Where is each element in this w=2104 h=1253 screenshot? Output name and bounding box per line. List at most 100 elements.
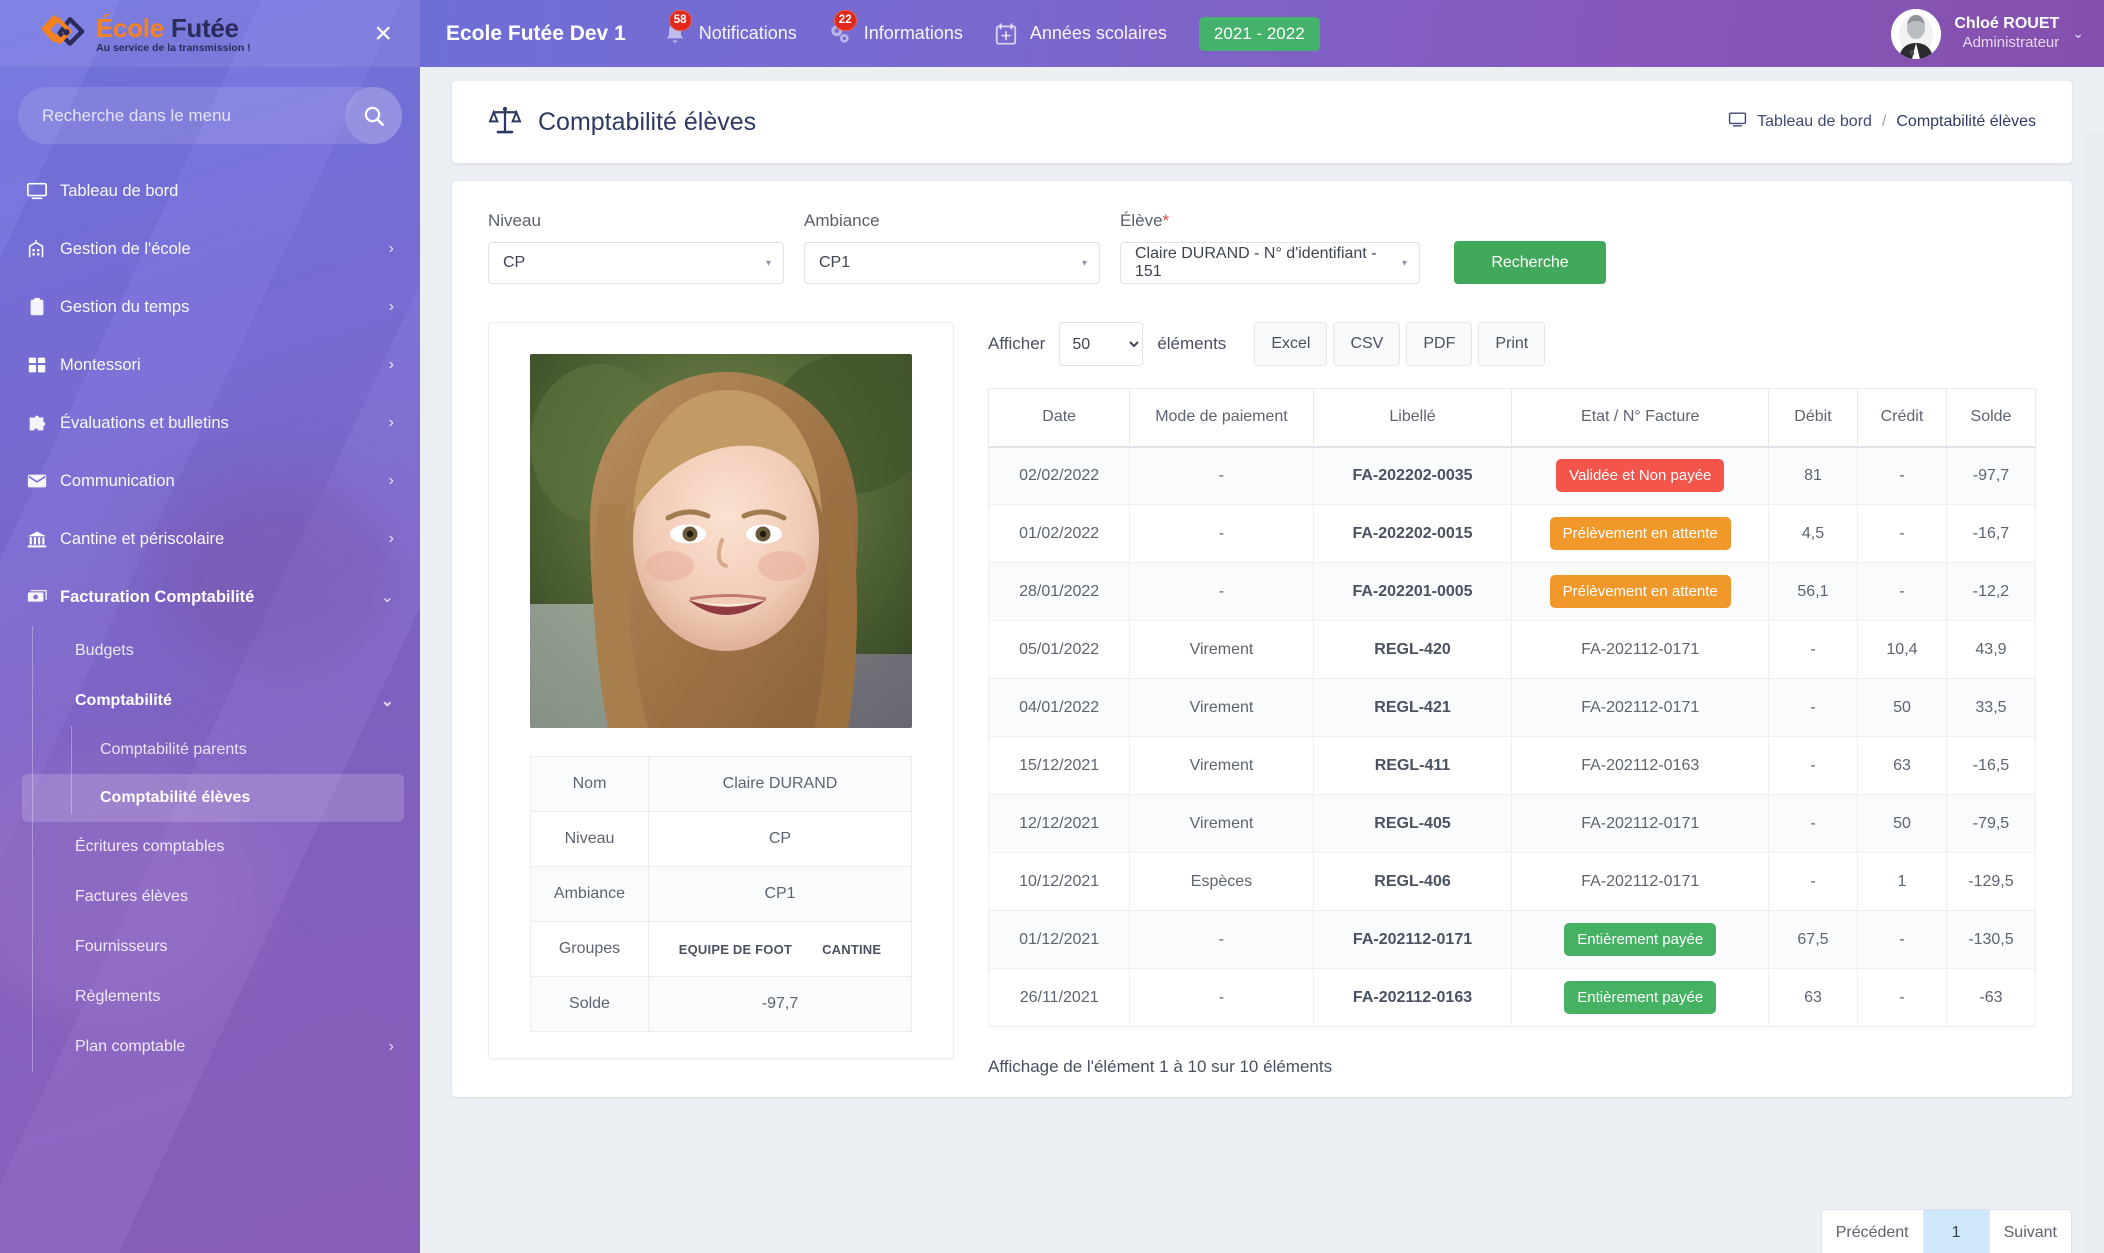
column-header-date[interactable]: Date	[987, 388, 1131, 448]
chevron-right-icon: ›	[388, 356, 394, 373]
sidebar-subitem-label: Fournisseurs	[75, 938, 168, 955]
pagination-prev[interactable]: Précédent	[1822, 1210, 1924, 1253]
print-button[interactable]: Print	[1478, 322, 1546, 366]
cell-solde: -130,5	[1945, 910, 2037, 969]
table-header-row: Date Mode de paiement Libellé Etat / N° …	[987, 388, 2037, 448]
table-row: Nom Claire DURAND	[530, 756, 912, 812]
recherche-button[interactable]: Recherche	[1454, 241, 1606, 284]
sidebar-item-label: Gestion de l'école	[60, 239, 191, 258]
sidebar-item-montessori[interactable]: Montessori ›	[0, 336, 420, 394]
sidebar-item-communication[interactable]: Communication ›	[0, 452, 420, 510]
table-row[interactable]: 12/12/2021 Virement REGL-405 FA-202112-0171…	[987, 794, 2037, 853]
sidebar-item-gestion-du-temps[interactable]: Gestion du temps ›	[0, 278, 420, 336]
sidebar-item-comptabilite[interactable]: Comptabilité ⌄	[0, 676, 420, 726]
menu-search-input[interactable]	[18, 87, 345, 144]
chevron-right-icon: ›	[388, 298, 394, 315]
elements-label: éléments	[1157, 334, 1227, 353]
sidebar-item-comptabilite-parents[interactable]: Comptabilité parents	[22, 726, 404, 774]
niveau-label: Niveau	[488, 211, 541, 230]
notifications-label: Notifications	[698, 23, 797, 43]
sidebar-item-facturation-comptabilite[interactable]: Facturation Comptabilité ⌄	[0, 568, 420, 626]
cell-libelle: REGL-406	[1312, 852, 1513, 911]
table-row[interactable]: 26/11/2021- FA-202112-0163 Entièrement pay…	[987, 968, 2037, 1027]
informations-label: Informations	[863, 23, 963, 43]
envelope-icon	[26, 470, 60, 492]
ledger-section: Afficher 50 éléments Excel CSV PDF Print	[954, 322, 2037, 1077]
table-row[interactable]: 01/12/2021- FA-202112-0171 Entièrement pay…	[987, 910, 2037, 969]
pagination-page-1[interactable]: 1	[1923, 1210, 1990, 1253]
table-row[interactable]: 01/02/2022- FA-202202-0015 Prélèvement en …	[987, 504, 2037, 563]
export-csv-button[interactable]: CSV	[1333, 322, 1401, 366]
sidebar-subitem-label: Budgets	[75, 642, 134, 659]
info-key: Nom	[530, 756, 649, 812]
user-menu[interactable]: Chloé ROUET Administrateur ⌄	[1891, 8, 2104, 59]
sidebar-item-evaluations-et-bulletins[interactable]: Évaluations et bulletins ›	[0, 394, 420, 452]
close-sidebar-icon[interactable]: ×	[370, 18, 396, 49]
column-header-libelle[interactable]: Libellé	[1312, 388, 1513, 448]
table-row[interactable]: 05/01/2022 Virement REGL-420 FA-202112-0171…	[987, 620, 2037, 679]
table-row[interactable]: 15/12/2021 Virement REGL-411 FA-202112-0163…	[987, 736, 2037, 795]
notifications-link[interactable]: 58 Notifications	[660, 9, 797, 49]
column-header-credit[interactable]: Crédit	[1856, 388, 1947, 448]
sidebar-item-factures-eleves[interactable]: Factures élèves	[0, 872, 420, 922]
grid-icon	[26, 354, 60, 376]
table-row[interactable]: 04/01/2022 Virement REGL-421 FA-202112-0171…	[987, 678, 2037, 737]
column-header-solde[interactable]: Solde	[1945, 388, 2037, 448]
sidebar-item-fournisseurs[interactable]: Fournisseurs	[0, 922, 420, 972]
cell-solde: 43,9	[1945, 620, 2037, 679]
export-excel-button[interactable]: Excel	[1254, 322, 1328, 366]
search-icon[interactable]	[345, 87, 402, 144]
breadcrumb-home[interactable]: Tableau de bord	[1757, 113, 1872, 131]
ambiance-select[interactable]: CP1 ▾	[804, 242, 1100, 284]
column-header-etat[interactable]: Etat / N° Facture	[1511, 388, 1769, 448]
sidebar-item-reglements[interactable]: Règlements	[0, 972, 420, 1022]
chevron-down-icon: ▾	[765, 257, 771, 269]
cell-date: 02/02/2022	[987, 446, 1131, 505]
avatar	[1891, 8, 1942, 59]
brand-header: École Futée Au service de la transmissio…	[0, 0, 420, 67]
pagination-next[interactable]: Suivant	[1990, 1210, 2071, 1253]
annees-scolaires-link[interactable]: Années scolaires	[991, 19, 1167, 49]
sidebar-subitem-label: Plan comptable	[75, 1038, 186, 1055]
column-header-debit[interactable]: Débit	[1767, 388, 1858, 448]
breadcrumb: Tableau de bord / Comptabilité élèves	[1728, 110, 2036, 134]
status-badge: Entièrement payée	[1564, 923, 1717, 956]
chevron-down-icon[interactable]: ⌄	[2072, 25, 2084, 42]
sidebar-item-tableau-de-bord[interactable]: Tableau de bord	[0, 162, 420, 220]
cell-libelle: FA-202112-0171	[1312, 910, 1513, 969]
chevron-down-icon: ▾	[1081, 257, 1087, 269]
page-length-select[interactable]: 50	[1059, 322, 1144, 366]
sidebar-item-cantine-et-periscolaire[interactable]: Cantine et périscolaire ›	[0, 510, 420, 568]
cell-date: 12/12/2021	[987, 794, 1131, 853]
cell-mode: -	[1129, 910, 1314, 969]
niveau-field: Niveau CP ▾	[488, 211, 784, 284]
sidebar-item-plan-comptable[interactable]: Plan comptable ›	[0, 1022, 420, 1072]
sidebar-item-budgets[interactable]: Budgets	[0, 626, 420, 676]
eleve-select[interactable]: Claire DURAND - N° d'identifiant - 151 ▾	[1120, 242, 1420, 284]
table-row[interactable]: 02/02/2022- FA-202202-0035 Validée et Non …	[987, 446, 2037, 505]
monitor-icon	[1728, 110, 1747, 134]
sidebar-item-comptabilite-eleves[interactable]: Comptabilité élèves	[22, 774, 404, 822]
student-photo	[530, 354, 912, 728]
table-row[interactable]: 10/12/2021 Espèces REGL-406 FA-202112-0171-…	[987, 852, 2037, 911]
table-row[interactable]: 28/01/2022- FA-202201-0005 Prélèvement en …	[987, 562, 2037, 621]
table-row: Groupes EQUIPE DE FOOT CANTINE	[530, 921, 912, 977]
cell-solde: 33,5	[1945, 678, 2037, 737]
cell-etat: FA-202112-0171	[1511, 794, 1769, 853]
informations-link[interactable]: 22 Informations	[825, 9, 963, 49]
cell-mode: -	[1129, 446, 1314, 505]
export-pdf-button[interactable]: PDF	[1406, 322, 1473, 366]
cell-solde: -129,5	[1945, 852, 2037, 911]
cell-debit: 81	[1767, 446, 1858, 505]
cell-libelle: FA-202202-0035	[1312, 446, 1513, 505]
cell-solde: -16,5	[1945, 736, 2037, 795]
info-value: CP	[648, 811, 912, 867]
cell-mode: Virement	[1129, 620, 1314, 679]
sidebar-item-ecritures-comptables[interactable]: Écritures comptables	[0, 822, 420, 872]
table-row: Niveau CP	[530, 811, 912, 867]
cell-date: 15/12/2021	[987, 736, 1131, 795]
niveau-select[interactable]: CP ▾	[488, 242, 784, 284]
sidebar-item-gestion-de-l-ecole[interactable]: Gestion de l'école ›	[0, 220, 420, 278]
school-year-badge[interactable]: 2021 - 2022	[1198, 16, 1320, 51]
column-header-mode[interactable]: Mode de paiement	[1129, 388, 1314, 448]
